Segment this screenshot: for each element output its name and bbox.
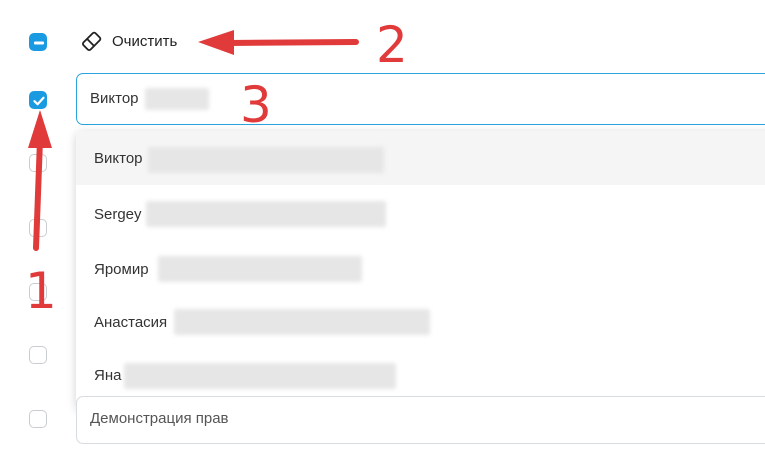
row-checkbox-2[interactable] <box>29 154 47 172</box>
search-input[interactable]: Виктор <box>76 73 765 125</box>
redacted-text <box>148 147 384 173</box>
minus-icon <box>34 41 44 45</box>
search-input-value: Виктор <box>90 90 139 107</box>
redacted-text <box>145 88 209 110</box>
annotation-arrow-1-head <box>28 110 52 148</box>
redacted-text <box>146 201 386 227</box>
clear-button-label: Очистить <box>112 32 178 50</box>
row-checkbox-6[interactable] <box>29 410 47 428</box>
annotation-label-2: 2 <box>376 16 408 74</box>
dropdown-option[interactable]: Яна <box>76 348 765 402</box>
option-name: Виктор <box>94 150 143 167</box>
row-checkbox-3[interactable] <box>29 219 47 237</box>
select-all-checkbox[interactable] <box>29 33 47 51</box>
dropdown-option[interactable]: Яромир <box>76 242 765 296</box>
option-name: Sergey <box>94 206 142 223</box>
redacted-text <box>174 309 430 335</box>
option-name: Анастасия <box>94 314 168 331</box>
suggestions-dropdown: Виктор Sergey Яромир Анастасия Яна <box>76 131 765 409</box>
clear-button[interactable]: Очистить <box>80 28 177 54</box>
permissions-field-value: Демонстрация прав <box>90 410 229 427</box>
dropdown-option[interactable]: Sergey <box>76 187 765 241</box>
annotation-label-1: 1 <box>25 262 57 320</box>
eraser-icon <box>82 31 102 51</box>
annotation-arrow-2 <box>225 39 359 46</box>
checkmark-icon <box>33 96 45 106</box>
option-name: Яромир <box>94 261 149 278</box>
row-checkbox-1[interactable] <box>29 91 47 109</box>
redacted-text <box>124 363 396 389</box>
permissions-field[interactable]: Демонстрация прав <box>76 396 765 444</box>
redacted-text <box>158 256 362 282</box>
option-name: Яна <box>94 367 122 384</box>
annotation-label-3: 3 <box>240 76 272 134</box>
annotation-arrow-2-head <box>198 30 234 55</box>
dropdown-option[interactable]: Анастасия <box>76 295 765 349</box>
row-checkbox-5[interactable] <box>29 346 47 364</box>
dropdown-option[interactable]: Виктор <box>76 131 765 185</box>
